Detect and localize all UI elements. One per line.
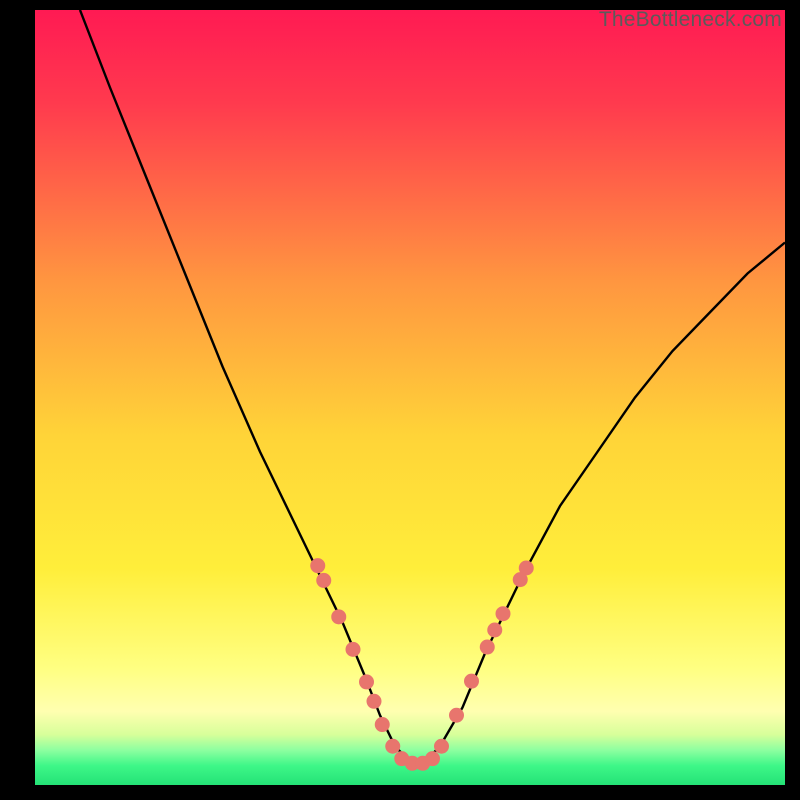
data-dot [316, 573, 331, 588]
gradient-background [35, 10, 785, 785]
data-dot [310, 558, 325, 573]
chart-frame: TheBottleneck.com [0, 0, 800, 800]
data-dot [367, 694, 382, 709]
data-dot [425, 751, 440, 766]
plot-svg [35, 10, 785, 785]
data-dot [346, 642, 361, 657]
data-dot [487, 623, 502, 638]
data-dot [480, 640, 495, 655]
data-dot [519, 561, 534, 576]
data-dot [464, 674, 479, 689]
data-dot [434, 739, 449, 754]
plot-area [35, 10, 785, 785]
watermark-text: TheBottleneck.com [599, 8, 782, 32]
data-dot [496, 606, 511, 621]
data-dot [375, 717, 390, 732]
data-dot [331, 609, 346, 624]
data-dot [449, 708, 464, 723]
data-dot [359, 674, 374, 689]
data-dot [385, 739, 400, 754]
